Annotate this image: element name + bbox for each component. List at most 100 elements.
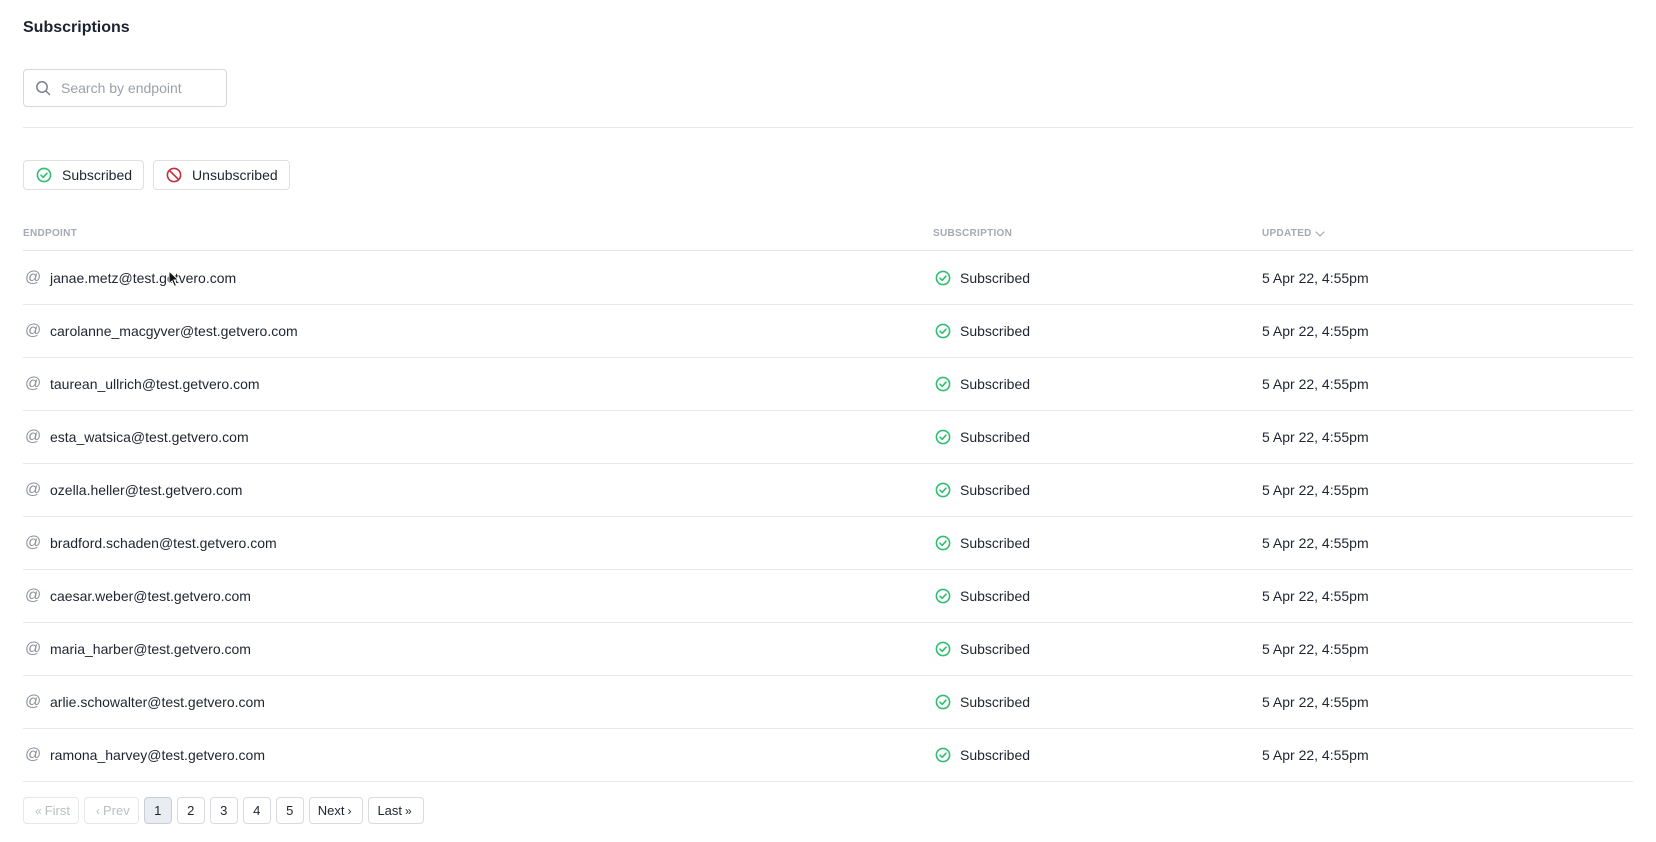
subscription-status: Subscribed <box>960 429 1031 445</box>
endpoint-email[interactable]: taurean_ullrich@test.getvero.com <box>50 376 260 392</box>
pagination-last-button[interactable]: Last » <box>368 797 424 824</box>
filter-unsubscribed-button[interactable]: Unsubscribed <box>153 160 290 190</box>
pagination-prev-button[interactable]: ‹ Prev <box>83 797 139 824</box>
at-sign-icon: @ <box>25 693 42 710</box>
endpoint-cell: @ carolanne_macgyver@test.getvero.com <box>25 305 298 357</box>
subscription-cell: Subscribed <box>935 464 1030 516</box>
updated-cell: 5 Apr 22, 4:55pm <box>1262 588 1369 604</box>
column-header-label: UPDATED <box>1262 228 1312 239</box>
at-sign-icon: @ <box>25 322 42 339</box>
filter-subscribed-button[interactable]: Subscribed <box>23 160 145 190</box>
search-icon <box>36 81 51 96</box>
table-row[interactable]: @ maria_harber@test.getvero.com Subscribed… <box>23 623 1633 676</box>
table-body: @ janae.metz@test.getvero.com Subscribed 5 … <box>23 252 1633 782</box>
subscription-cell: Subscribed <box>935 623 1030 675</box>
table-row[interactable]: @ ozella.heller@test.getvero.com Subscribe… <box>23 464 1633 517</box>
subscription-status: Subscribed <box>960 376 1031 392</box>
updated-cell: 5 Apr 22, 4:55pm <box>1262 535 1369 551</box>
column-header-endpoint[interactable]: ENDPOINT <box>23 228 77 239</box>
table-row[interactable]: @ caesar.weber@test.getvero.com Subscribed… <box>23 570 1633 623</box>
pagination-page-button[interactable]: 4 <box>242 797 271 824</box>
mouse-cursor-icon <box>168 270 180 288</box>
subscription-status: Subscribed <box>960 588 1031 604</box>
endpoint-cell: @ esta_watsica@test.getvero.com <box>25 411 249 463</box>
updated-cell: 5 Apr 22, 4:55pm <box>1262 323 1369 339</box>
endpoint-cell: @ ramona_harvey@test.getvero.com <box>25 729 265 781</box>
pagination-prev-label: Prev <box>102 803 130 818</box>
pagination-page-button[interactable]: 1 <box>143 797 172 824</box>
subscription-status: Subscribed <box>960 535 1031 551</box>
subscription-status: Subscribed <box>960 747 1031 763</box>
pagination-next-button[interactable]: Next › <box>308 797 364 824</box>
check-circle-icon <box>935 429 951 445</box>
table-row[interactable]: @ arlie.schowalter@test.getvero.com Subscr… <box>23 676 1633 729</box>
endpoint-email[interactable]: ozella.heller@test.getvero.com <box>50 482 242 498</box>
updated-cell: 5 Apr 22, 4:55pm <box>1262 747 1369 763</box>
subscription-cell: Subscribed <box>935 305 1030 357</box>
subscription-cell: Subscribed <box>935 358 1030 410</box>
pagination-next-label: Next <box>317 803 345 818</box>
subscription-status: Subscribed <box>960 323 1031 339</box>
subscription-status: Subscribed <box>960 641 1031 657</box>
search-input[interactable] <box>61 80 211 96</box>
subscription-cell: Subscribed <box>935 729 1030 781</box>
endpoint-email[interactable]: esta_watsica@test.getvero.com <box>50 429 249 445</box>
endpoint-cell: @ bradford.schaden@test.getvero.com <box>25 517 277 569</box>
endpoint-email[interactable]: carolanne_macgyver@test.getvero.com <box>50 323 298 339</box>
filter-label: Unsubscribed <box>192 167 278 183</box>
subscription-cell: Subscribed <box>935 570 1030 622</box>
table-row[interactable]: @ bradford.schaden@test.getvero.com Subscr… <box>23 517 1633 570</box>
column-header-subscription[interactable]: SUBSCRIPTION <box>933 228 1012 239</box>
pagination-first-label: First <box>44 803 70 818</box>
subscription-cell: Subscribed <box>935 517 1030 569</box>
table-row[interactable]: @ janae.metz@test.getvero.com Subscribed 5 … <box>23 252 1633 305</box>
check-circle-icon <box>935 482 951 498</box>
subscription-status: Subscribed <box>960 482 1031 498</box>
column-header-updated[interactable]: UPDATED <box>1262 228 1326 239</box>
pagination-last-label: Last <box>377 803 403 818</box>
endpoint-cell: @ caesar.weber@test.getvero.com <box>25 570 251 622</box>
endpoint-cell: @ arlie.schowalter@test.getvero.com <box>25 676 265 728</box>
at-sign-icon: @ <box>25 375 42 392</box>
at-sign-icon: @ <box>25 269 42 286</box>
filter-label: Subscribed <box>62 167 133 183</box>
double-chevron-left-icon: « <box>35 803 42 818</box>
table-row[interactable]: @ esta_watsica@test.getvero.com Subscribed… <box>23 411 1633 464</box>
endpoint-email[interactable]: ramona_harvey@test.getvero.com <box>50 747 265 763</box>
endpoint-email[interactable]: caesar.weber@test.getvero.com <box>50 588 251 604</box>
subscription-cell: Subscribed <box>935 411 1030 463</box>
pagination-first-button[interactable]: « First <box>23 797 79 824</box>
updated-cell: 5 Apr 22, 4:55pm <box>1262 270 1369 286</box>
table-row[interactable]: @ carolanne_macgyver@test.getvero.com Subs… <box>23 305 1633 358</box>
endpoint-cell: @ janae.metz@test.getvero.com <box>25 252 236 304</box>
check-circle-icon <box>935 641 951 657</box>
search-box[interactable] <box>23 69 227 107</box>
section-divider <box>23 127 1633 128</box>
subscription-status: Subscribed <box>960 694 1031 710</box>
check-circle-icon <box>935 376 951 392</box>
pagination-page-button[interactable]: 3 <box>209 797 238 824</box>
at-sign-icon: @ <box>25 587 42 604</box>
updated-cell: 5 Apr 22, 4:55pm <box>1262 694 1369 710</box>
status-filters: Subscribed Unsubscribed <box>23 160 290 190</box>
endpoint-email[interactable]: janae.metz@test.getvero.com <box>50 270 236 286</box>
at-sign-icon: @ <box>25 481 42 498</box>
endpoint-email[interactable]: maria_harber@test.getvero.com <box>50 641 251 657</box>
pagination: « First ‹ Prev 1 2 3 4 5 Next › Last » <box>23 797 424 824</box>
at-sign-icon: @ <box>25 746 42 763</box>
table-row[interactable]: @ taurean_ullrich@test.getvero.com Subscri… <box>23 358 1633 411</box>
double-chevron-right-icon: » <box>405 803 412 818</box>
table-row[interactable]: @ ramona_harvey@test.getvero.com Subscribe… <box>23 729 1633 782</box>
updated-cell: 5 Apr 22, 4:55pm <box>1262 641 1369 657</box>
pagination-page-button[interactable]: 2 <box>176 797 205 824</box>
pagination-page-button[interactable]: 5 <box>275 797 304 824</box>
subscription-status: Subscribed <box>960 270 1031 286</box>
table-header: ENDPOINT SUBSCRIPTION UPDATED <box>23 220 1633 251</box>
check-circle-icon <box>935 588 951 604</box>
subscriptions-page: Subscriptions Subscribed Unsubscribed EN… <box>0 0 1656 842</box>
endpoint-email[interactable]: bradford.schaden@test.getvero.com <box>50 535 277 551</box>
ban-icon <box>166 167 182 183</box>
check-circle-icon <box>935 694 951 710</box>
endpoint-email[interactable]: arlie.schowalter@test.getvero.com <box>50 694 265 710</box>
check-circle-icon <box>935 323 951 339</box>
